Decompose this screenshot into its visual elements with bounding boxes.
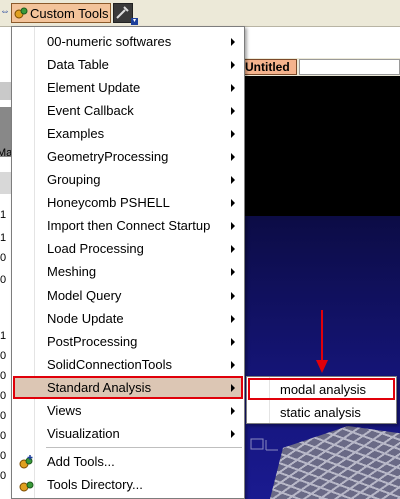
- axis-triad-icon: [250, 438, 278, 451]
- submenu-arrow-icon: [231, 245, 235, 253]
- submenu-arrow-icon: [231, 268, 235, 276]
- menu-item-geometry-processing[interactable]: GeometryProcessing: [13, 145, 243, 168]
- submenu-arrow-icon: [231, 61, 235, 69]
- tab-blank[interactable]: [299, 59, 400, 75]
- menu-item-meshing[interactable]: Meshing: [13, 260, 243, 283]
- menu-item-label: SolidConnectionTools: [47, 357, 173, 372]
- menu-item-grouping[interactable]: Grouping: [13, 168, 243, 191]
- submenu-arrow-icon: [231, 384, 235, 392]
- submenu-item-label: static analysis: [280, 405, 361, 420]
- menu-item-honeycomb-pshell[interactable]: Honeycomb PSHELL: [13, 191, 243, 214]
- submenu-arrow-icon: [231, 315, 235, 323]
- menu-item-label: Event Callback: [47, 103, 134, 118]
- menu-item-examples[interactable]: Examples: [13, 122, 243, 145]
- menu-item-label: Honeycomb PSHELL: [47, 195, 170, 210]
- menu-item-label: Tools Directory...: [47, 477, 143, 492]
- menu-item-solid-connection-tools[interactable]: SolidConnectionTools: [13, 353, 243, 376]
- submenu-arrow-icon: [231, 338, 235, 346]
- menu-item-label: Element Update: [47, 80, 141, 95]
- panel-value: .0: [0, 450, 7, 462]
- menu-item-views[interactable]: Views: [13, 399, 243, 422]
- panel-value: .0: [0, 430, 7, 442]
- menu-item-tools-directory[interactable]: Tools Directory...: [13, 473, 243, 496]
- menu-item-model-query[interactable]: Model Query: [13, 284, 243, 307]
- menu-item-label: Meshing: [47, 264, 97, 279]
- submenu-item-label: modal analysis: [280, 382, 366, 397]
- panel-value: .0: [0, 470, 7, 482]
- submenu-arrow-icon: [231, 199, 235, 207]
- submenu-arrow-icon: [231, 38, 235, 46]
- panel-value: .0: [0, 370, 7, 382]
- menu-item-label: Load Processing: [47, 241, 144, 256]
- menu-separator: [46, 447, 242, 448]
- panel-value: .0: [0, 274, 7, 286]
- standard-analysis-submenu: modal analysis static analysis: [246, 376, 397, 424]
- tab-untitled[interactable]: Untitled: [241, 59, 297, 75]
- menu-item-label: Data Table: [47, 57, 109, 72]
- custom-tools-menu: 00-numeric softwares Data Table Element …: [11, 26, 245, 499]
- menu-item-label: Examples: [47, 126, 105, 141]
- submenu-arrow-icon: [231, 84, 235, 92]
- menu-item-label: Import then Connect Startup: [47, 218, 211, 233]
- submenu-arrow-icon: [231, 361, 235, 369]
- panel-value: .0: [0, 252, 7, 264]
- menu-item-label: Model Query: [47, 288, 122, 303]
- menu-item-label: Visualization: [47, 426, 120, 441]
- panel-value: .0: [0, 410, 7, 422]
- submenu-arrow-icon: [231, 176, 235, 184]
- menu-item-label: Standard Analysis: [47, 380, 152, 395]
- menu-item-label: Views: [47, 403, 82, 418]
- menu-item-add-tools[interactable]: Add Tools...: [13, 450, 243, 473]
- menu-item-label: 00-numeric softwares: [47, 34, 172, 49]
- menu-item-postprocessing[interactable]: PostProcessing: [13, 330, 243, 353]
- submenu-arrow-icon: [231, 153, 235, 161]
- menu-item-event-callback[interactable]: Event Callback: [13, 99, 243, 122]
- wrench-icon: [116, 6, 129, 19]
- submenu-arrow-icon: [231, 222, 235, 230]
- tools-icon: [14, 7, 28, 19]
- menu-item-import-then-connect-startup[interactable]: Import then Connect Startup: [13, 214, 243, 237]
- menu-item-label: Add Tools...: [47, 454, 115, 469]
- submenu-arrow-icon: [231, 292, 235, 300]
- menu-item-label: Grouping: [47, 172, 101, 187]
- menu-item-label: Node Update: [47, 311, 124, 326]
- panel-value: .0: [0, 350, 7, 362]
- menu-item-00-numeric-softwares[interactable]: 00-numeric softwares: [13, 30, 243, 53]
- annotation-arrow-icon: [316, 310, 328, 373]
- submenu-arrow-icon: [231, 407, 235, 415]
- panel-value: .1: [0, 330, 7, 342]
- tools-directory-icon: [19, 481, 34, 492]
- submenu-item-static-analysis[interactable]: static analysis: [248, 401, 395, 423]
- menu-item-visualization[interactable]: Visualization: [13, 422, 243, 445]
- submenu-arrow-icon: [231, 430, 235, 438]
- panel-value: .1: [0, 209, 7, 221]
- submenu-item-modal-analysis[interactable]: modal analysis: [248, 378, 395, 400]
- menu-item-label: GeometryProcessing: [47, 149, 169, 164]
- menu-item-standard-analysis[interactable]: Standard Analysis: [13, 376, 243, 399]
- tools-settings-icon[interactable]: ▾: [113, 3, 138, 25]
- menu-item-node-update[interactable]: Node Update: [13, 307, 243, 330]
- toolbar-overflow-icon[interactable]: ⇔: [0, 7, 10, 17]
- top-toolbar: ⇔ Custom Tools ▾: [0, 0, 400, 27]
- panel-value: .1: [0, 232, 7, 244]
- menu-item-load-processing[interactable]: Load Processing: [13, 237, 243, 260]
- menu-item-element-update[interactable]: Element Update: [13, 76, 243, 99]
- dropdown-arrow-icon[interactable]: ▾: [131, 18, 138, 25]
- menu-item-label: PostProcessing: [47, 334, 138, 349]
- submenu-arrow-icon: [231, 130, 235, 138]
- custom-tools-button[interactable]: Custom Tools: [11, 3, 111, 23]
- add-tools-icon: [19, 455, 33, 469]
- custom-tools-label: Custom Tools: [30, 6, 109, 21]
- panel-value: .0: [0, 390, 7, 402]
- submenu-arrow-icon: [231, 107, 235, 115]
- menu-item-data-table[interactable]: Data Table: [13, 53, 243, 76]
